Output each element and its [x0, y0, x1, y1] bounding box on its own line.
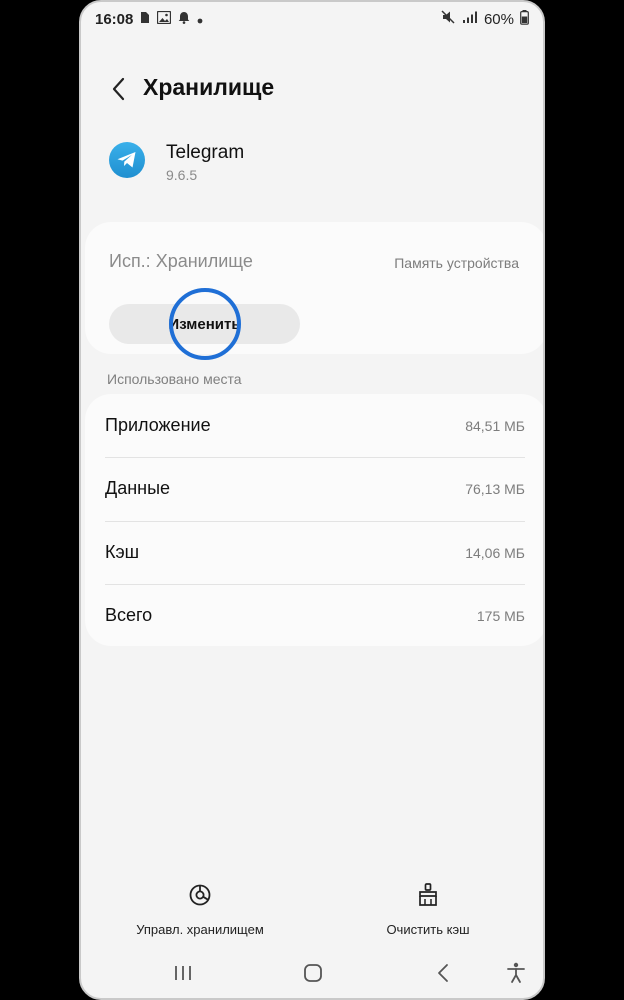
- manage-storage-button[interactable]: Управл. хранилищем: [100, 882, 300, 937]
- status-time: 16:08: [95, 10, 134, 28]
- storage-usage-card: Приложение 84,51 МБ Данные 76,13 МБ Кэш …: [85, 394, 543, 647]
- battery-percent: 60%: [483, 10, 514, 28]
- clear-cache-button[interactable]: Очистить кэш: [328, 882, 528, 937]
- accessibility-button[interactable]: [499, 958, 533, 988]
- back-arrow-icon: [112, 77, 125, 101]
- status-bar: 16:08 60%: [81, 2, 543, 36]
- app-name: Telegram: [166, 142, 245, 163]
- storage-chart-icon: [187, 882, 213, 908]
- home-button[interactable]: [296, 958, 330, 988]
- usage-row-cache: Кэш 14,06 МБ: [105, 521, 525, 584]
- clear-cache-label: Очистить кэш: [386, 922, 470, 937]
- usage-row-data: Данные 76,13 МБ: [105, 457, 525, 520]
- usage-row-value: 76,13 МБ: [465, 480, 525, 497]
- dot-icon: [197, 11, 203, 28]
- bell-icon: [178, 11, 190, 28]
- storage-used-label: Исп.: Хранилище: [109, 251, 253, 271]
- recent-apps-button[interactable]: [166, 958, 200, 988]
- telegram-icon: [109, 142, 145, 178]
- recent-apps-icon: [175, 966, 191, 980]
- back-nav-button[interactable]: [426, 958, 460, 988]
- usage-row-value: 14,06 МБ: [465, 544, 525, 561]
- manage-storage-label: Управл. хранилищем: [136, 922, 264, 937]
- accessibility-icon: [507, 962, 525, 983]
- back-nav-icon: [438, 964, 448, 982]
- signal-icon: [462, 11, 478, 28]
- back-button[interactable]: [103, 74, 133, 104]
- battery-icon: [520, 9, 529, 29]
- usage-row-value: 175 МБ: [476, 607, 525, 624]
- usage-row-label: Данные: [105, 478, 171, 498]
- usage-row-total: Всего 175 МБ: [105, 584, 525, 647]
- app-info: Telegram 9.6.5: [109, 138, 523, 190]
- usage-row-app: Приложение 84,51 МБ: [105, 394, 525, 457]
- usage-row-label: Приложение: [105, 415, 211, 435]
- page-title: Хранилище: [143, 74, 275, 100]
- usage-row-label: Всего: [105, 605, 153, 625]
- sim-card-icon: [140, 11, 150, 28]
- bottom-actions: Управл. хранилищем Очистить кэш: [81, 882, 543, 942]
- gallery-icon: [157, 10, 172, 28]
- app-version: 9.6.5: [166, 167, 198, 183]
- broom-icon: [415, 882, 441, 908]
- storage-location-value: Память устройства: [394, 255, 519, 271]
- usage-section-label: Использовано места: [107, 371, 242, 387]
- usage-row-value: 84,51 МБ: [465, 417, 525, 434]
- navigation-bar: [81, 958, 543, 988]
- app-bar: Хранилище: [81, 68, 543, 108]
- storage-location-card: Исп.: Хранилище Память устройства Измени…: [85, 222, 543, 360]
- phone-screen: 16:08 60% Хранилище Telegram 9.6.5 Исп.:…: [79, 0, 545, 1000]
- mute-icon: [441, 10, 456, 28]
- usage-row-label: Кэш: [105, 542, 140, 562]
- change-storage-button[interactable]: Изменить: [109, 304, 300, 344]
- home-icon: [304, 964, 322, 982]
